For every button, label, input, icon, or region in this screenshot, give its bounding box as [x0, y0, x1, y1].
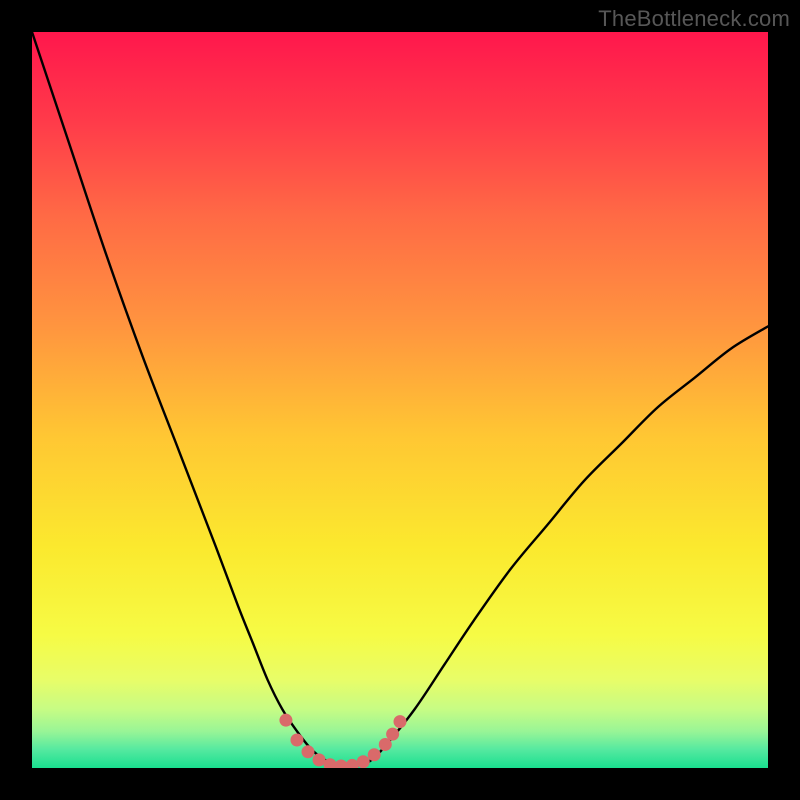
chart-frame: TheBottleneck.com — [0, 0, 800, 800]
marker-dot — [368, 748, 381, 761]
marker-dot — [302, 745, 315, 758]
watermark-text: TheBottleneck.com — [598, 6, 790, 32]
gradient-background — [32, 32, 768, 768]
plot-area — [32, 32, 768, 768]
marker-dot — [357, 755, 370, 768]
marker-dot — [279, 714, 292, 727]
bottleneck-chart — [32, 32, 768, 768]
marker-dot — [386, 728, 399, 741]
marker-dot — [394, 715, 407, 728]
marker-dot — [290, 734, 303, 747]
